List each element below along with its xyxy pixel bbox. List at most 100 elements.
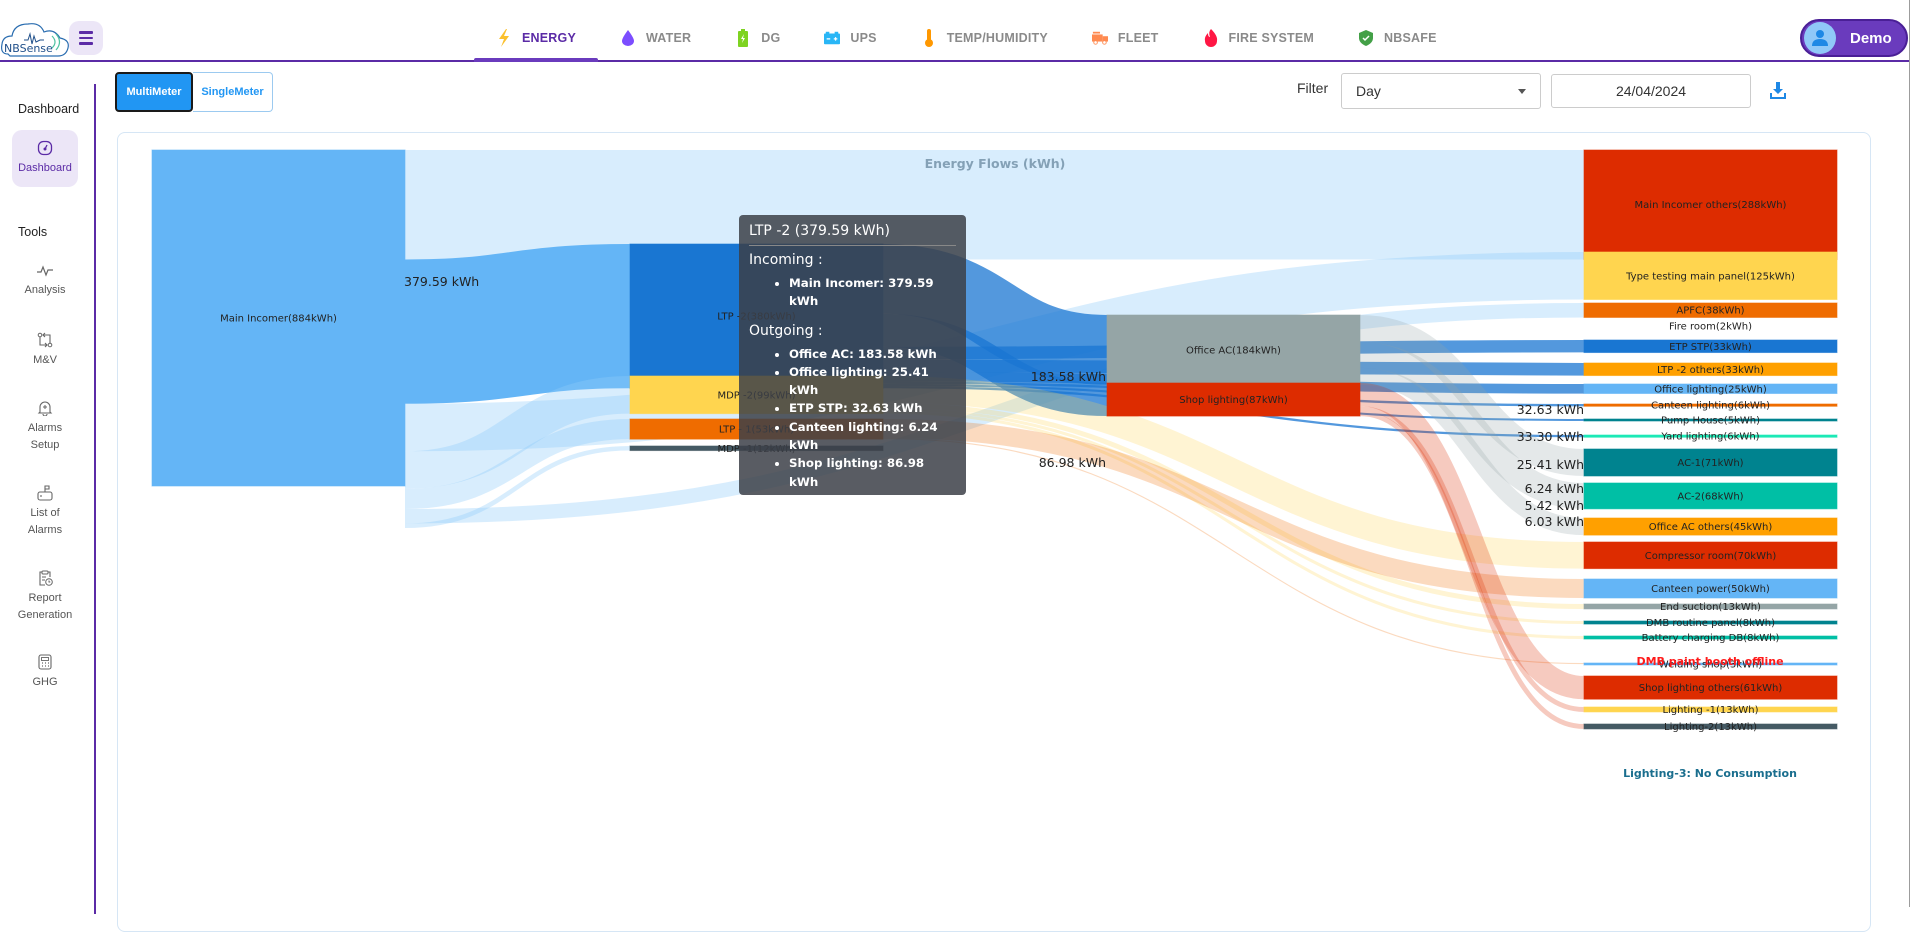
sankey-link-value-label: 32.63 kWh — [1517, 402, 1584, 417]
top-bar: NBSense ENERGY WATER DG UPS TEMP/HUMIDIT… — [0, 0, 1914, 62]
sidebar-item-alarms-setup[interactable]: Alarms Setup — [12, 400, 78, 454]
sankey-link-value-label: 6.03 kWh — [1525, 514, 1584, 529]
person-icon — [1812, 30, 1828, 46]
sankey-node-label: Pump House(5kWh) — [1661, 416, 1760, 427]
sankey-node-label: Type testing main panel(125kWh) — [1625, 271, 1795, 282]
avatar — [1804, 22, 1836, 54]
tooltip-incoming-item: Main Incomer: 379.59 kWh — [789, 274, 956, 311]
sankey-link-value-label: 183.58 kWh — [1031, 369, 1106, 384]
meter-mode-toggle: MultiMeter SingleMeter — [115, 72, 273, 112]
sankey-link-value-label: 379.59 kWh — [404, 274, 479, 289]
sankey-node-label: Canteen power(50kWh) — [1651, 584, 1770, 595]
tooltip-outgoing-item: Office AC: 183.58 kWh — [789, 345, 956, 363]
nav-tab-dg[interactable]: DG — [713, 20, 802, 56]
nav-tab-label: TEMP/HUMIDITY — [946, 31, 1048, 45]
sankey-link-value-label: 5.42 kWh — [1525, 498, 1584, 513]
node-tooltip: LTP -2 (379.59 kWh) Incoming : Main Inco… — [739, 215, 966, 544]
nav-tab-fire-system[interactable]: FIRE SYSTEM — [1181, 20, 1337, 56]
sidebar-item-ghg[interactable]: GHG — [12, 654, 78, 691]
tooltip-outgoing-item: Office lighting: 25.41 kWh — [789, 363, 956, 400]
download-button[interactable] — [1770, 82, 1788, 100]
sankey-node-label: Yard lighting(6kWh) — [1660, 432, 1759, 443]
sidebar-divider — [94, 84, 96, 914]
sankey-node-label: Main Incomer others(288kWh) — [1635, 200, 1787, 211]
user-name: Demo — [1850, 29, 1892, 47]
nav-tab-temp-humidity[interactable]: TEMP/HUMIDITY — [899, 20, 1070, 56]
sankey-link-value-label: 6.24 kWh — [1525, 481, 1584, 496]
gauge-icon — [12, 140, 78, 156]
nav-tab-label: WATER — [646, 31, 692, 45]
sidebar-item-report-generation[interactable]: Report Generation — [12, 570, 78, 624]
nav-tab-fleet[interactable]: FLEET — [1070, 20, 1181, 56]
sidebar: Dashboard Dashboard Tools Analysis M&V A… — [0, 62, 96, 914]
sankey-node-label: Office AC(184kWh) — [1186, 345, 1281, 356]
sankey-node-label: End suction(13kWh) — [1660, 602, 1761, 613]
sidebar-item-analysis[interactable]: Analysis — [12, 264, 78, 299]
download-icon — [1770, 82, 1786, 99]
hamburger-icon — [79, 30, 93, 47]
logo-text: NBSense — [4, 42, 53, 55]
sankey-node-label: LTP -2 others(33kWh) — [1657, 365, 1764, 376]
nav-tab-label: NBSAFE — [1384, 31, 1437, 45]
tooltip-outgoing-item: Yard lighting: 6.03 kWh — [789, 509, 956, 527]
tooltip-outgoing-item: Shop lighting: 86.98 kWh — [789, 454, 956, 491]
tooltip-outgoing-heading: Outgoing : — [749, 322, 823, 339]
sankey-link-value-label: 86.98 kWh — [1039, 455, 1106, 470]
sankey-node-label: ETP STP(33kWh) — [1669, 342, 1752, 353]
sidebar-item-m-and-v[interactable]: M&V — [12, 332, 78, 369]
compare-arrows-icon — [12, 332, 78, 348]
tooltip-incoming-list: Main Incomer: 379.59 kWh — [749, 274, 956, 311]
water-drop-icon — [620, 30, 636, 46]
nav-tab-nbsafe[interactable]: NBSAFE — [1336, 20, 1459, 56]
sankey-node-label: Canteen lighting(6kWh) — [1651, 401, 1770, 412]
nav-tab-label: FIRE SYSTEM — [1228, 31, 1315, 45]
sankey-node-label: APFC(38kWh) — [1676, 306, 1744, 317]
sankey-node-label: Shop lighting(87kWh) — [1179, 395, 1288, 406]
module-nav: ENERGY WATER DG UPS TEMP/HUMIDITY FLEET … — [474, 20, 1459, 62]
tooltip-outgoing-item: Pump House: 5.42 kWh — [789, 491, 956, 509]
tooltip-outgoing-item: Canteen lighting: 6.24 kWh — [789, 418, 956, 455]
page-scrollbar[interactable] — [1909, 0, 1914, 907]
singlemeter-button[interactable]: SingleMeter — [193, 72, 273, 112]
sankey-node-label: Shop lighting others(61kWh) — [1639, 683, 1783, 694]
tooltip-incoming-heading: Incoming : — [749, 252, 823, 268]
user-menu-button[interactable]: Demo — [1800, 19, 1908, 57]
sidebar-item-label: Alarms Setup — [27, 422, 63, 451]
sidebar-item-label: Analysis — [24, 284, 66, 296]
sidebar-item-list-of-alarms[interactable]: List of Alarms — [12, 485, 78, 539]
sankey-annotation: Lighting-3: No Consumption — [1623, 767, 1797, 780]
tooltip-outgoing-list: Office AC: 183.58 kWh Office lighting: 2… — [749, 345, 956, 546]
sankey-link-main-ltp2[interactable] — [404, 243, 631, 404]
sidebar-section-tools: Tools — [18, 225, 48, 239]
sankey-annotation: DMB paint booth offline — [1636, 655, 1783, 668]
ups-battery-icon — [824, 30, 841, 46]
sankey-node-label: Compressor room(70kWh) — [1645, 551, 1777, 562]
sidebar-item-dashboard[interactable]: Dashboard — [12, 130, 78, 187]
sidebar-item-label: Dashboard — [18, 162, 72, 174]
sidebar-section-dashboard: Dashboard — [18, 102, 80, 116]
nav-tab-water[interactable]: WATER — [598, 20, 713, 56]
flame-icon — [1203, 29, 1219, 47]
multimeter-button[interactable]: MultiMeter — [115, 72, 193, 112]
nav-tab-energy[interactable]: ENERGY — [474, 20, 598, 62]
nav-tab-ups[interactable]: UPS — [802, 20, 898, 56]
date-input[interactable]: 24/04/2024 — [1551, 74, 1751, 108]
sankey-node-label: Lighting-2(13kWh) — [1664, 722, 1757, 733]
period-filter-value: Day — [1356, 83, 1381, 99]
filter-label: Filter — [1297, 80, 1329, 96]
period-filter-select[interactable]: Day — [1341, 73, 1541, 109]
sankey-node-label: AC-2(68kWh) — [1677, 491, 1743, 502]
sankey-node-label: Fire room(2kWh) — [1669, 322, 1752, 333]
bell-plus-icon — [12, 400, 78, 416]
energy-flow-card: Energy Flows (kWh) Main Incomer(884kWh) L… — [117, 132, 1871, 932]
sankey-node-label: Office lighting(25kWh) — [1654, 384, 1767, 395]
clipboard-clock-icon — [12, 570, 78, 586]
sankey-node-label: Office AC others(45kWh) — [1649, 522, 1773, 533]
nav-tab-label: ENERGY — [522, 31, 576, 45]
tooltip-outgoing-item: LTP -2 others: 33.3 kWh — [789, 528, 956, 546]
nbsense-logo[interactable]: NBSense — [0, 16, 70, 60]
menu-toggle-button[interactable] — [69, 21, 103, 55]
sankey-node-label: Battery charging DB(8kWh) — [1642, 633, 1780, 644]
sankey-chart: Main Incomer(884kWh)LTP -2(380kWh)MDP -2… — [151, 149, 1838, 780]
tooltip-title: LTP -2 (379.59 kWh) — [749, 223, 956, 246]
